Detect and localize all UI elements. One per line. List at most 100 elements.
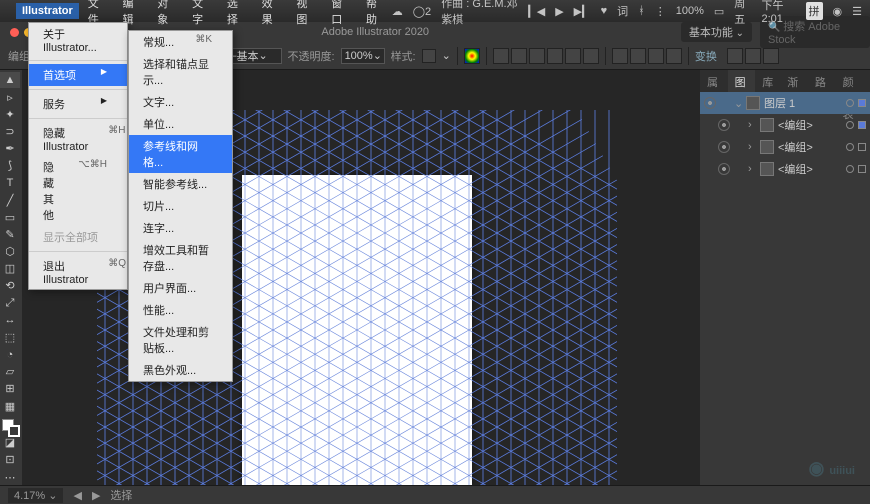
tab-layers[interactable]: 图层 — [728, 70, 756, 92]
eraser-tool[interactable]: ◫ — [0, 261, 20, 277]
mesh-tool[interactable]: ⊞ — [0, 381, 20, 397]
artboard-nav-prev-icon[interactable]: ◀ — [73, 489, 81, 502]
app-menu-dropdown: 关于 Illustrator... 首选项 服务 隐藏 Illustrator⌘… — [28, 22, 128, 290]
shaper-tool[interactable]: ⬡ — [0, 244, 20, 260]
tab-properties[interactable]: 属性 — [700, 70, 728, 92]
menu-help[interactable]: 帮助 — [359, 0, 392, 29]
pathfinder-buttons[interactable] — [612, 48, 682, 64]
selection-tool[interactable]: ▲ — [0, 72, 20, 88]
tab-swatches[interactable]: 颜色表 — [836, 70, 870, 92]
visibility-toggle[interactable] — [718, 141, 730, 153]
free-transform-tool[interactable]: ⬚ — [0, 329, 20, 345]
pen-tool[interactable]: ✒ — [0, 141, 20, 157]
pref-type[interactable]: 文字... — [129, 91, 232, 113]
visibility-toggle[interactable] — [718, 119, 730, 131]
align-buttons[interactable] — [493, 48, 599, 64]
pref-general[interactable]: 常规...⌘K — [129, 31, 232, 53]
menu-effect[interactable]: 效果 — [255, 0, 288, 29]
menu-hide[interactable]: 隐藏 Illustrator⌘H — [29, 122, 127, 156]
target-icon[interactable] — [846, 121, 854, 129]
opacity-input[interactable]: 100% ⌄ — [341, 48, 385, 64]
opacity-label: 不透明度: — [288, 48, 335, 64]
layer-name[interactable]: <编组> — [778, 117, 813, 133]
perspective-tool[interactable]: ▱ — [0, 364, 20, 380]
menu-preferences[interactable]: 首选项 — [29, 64, 127, 86]
menu-select[interactable]: 选择 — [220, 0, 253, 29]
layer-row[interactable]: › <编组> — [700, 136, 870, 158]
menu-object[interactable]: 对象 — [150, 0, 183, 29]
expand-arrow-icon[interactable]: › — [748, 141, 756, 153]
visibility-toggle[interactable] — [704, 97, 716, 109]
pref-black-appearance[interactable]: 黑色外观... — [129, 359, 232, 381]
recolor-icon[interactable] — [464, 48, 480, 64]
watermark: ◉ uiiiui — [809, 458, 855, 479]
menu-window[interactable]: 窗口 — [324, 0, 357, 29]
tab-path[interactable]: 路径 — [808, 70, 836, 92]
visibility-toggle[interactable] — [718, 163, 730, 175]
heart-icon[interactable]: ♥ — [601, 5, 608, 17]
menu-about[interactable]: 关于 Illustrator... — [29, 23, 127, 57]
curvature-tool[interactable]: ⟆ — [0, 158, 20, 174]
line-tool[interactable]: ╱ — [0, 192, 20, 208]
layer-name[interactable]: <编组> — [778, 161, 813, 177]
pref-smart-guides[interactable]: 智能参考线... — [129, 173, 232, 195]
layer-name[interactable]: <编组> — [778, 139, 813, 155]
tab-libraries[interactable]: 库 — [755, 70, 780, 92]
target-icon[interactable] — [846, 99, 854, 107]
scale-tool[interactable]: ⤢ — [0, 295, 20, 311]
expand-arrow-icon[interactable]: › — [748, 119, 756, 131]
media-prev-icon[interactable]: ▎◀ — [528, 5, 545, 18]
target-icon[interactable] — [846, 143, 854, 151]
transform-link[interactable]: 变换 — [695, 48, 717, 64]
menu-hide-others[interactable]: 隐藏其他⌥⌘H — [29, 156, 127, 226]
menu-services[interactable]: 服务 — [29, 93, 127, 115]
app-menu[interactable]: Illustrator — [16, 3, 79, 19]
expand-arrow-icon[interactable]: ⌄ — [734, 97, 742, 110]
screen-mode[interactable]: ⊡ — [0, 452, 20, 468]
paintbrush-tool[interactable]: ✎ — [0, 226, 20, 242]
gradient-tool[interactable]: ▦ — [0, 398, 20, 414]
misc-buttons[interactable] — [727, 48, 779, 64]
panel-tabs: 属性 图层 库 渐变 路径 颜色表 — [700, 70, 870, 92]
lasso-tool[interactable]: ⊃ — [0, 123, 20, 139]
media-next-icon[interactable]: ▶▎ — [574, 5, 591, 18]
pref-hyphenation[interactable]: 连字... — [129, 217, 232, 239]
magic-wand-tool[interactable]: ✦ — [0, 106, 20, 122]
layer-row[interactable]: › <编组> — [700, 158, 870, 180]
layer-thumb — [760, 118, 774, 132]
media-play-icon[interactable]: ▶ — [555, 5, 563, 18]
layer-name[interactable]: 图层 1 — [764, 95, 795, 111]
pref-performance[interactable]: 性能... — [129, 299, 232, 321]
pref-ui[interactable]: 用户界面... — [129, 277, 232, 299]
shape-builder-tool[interactable]: ◔ — [0, 347, 20, 363]
layer-row[interactable]: › <编组> — [700, 114, 870, 136]
width-tool[interactable]: ↔ — [0, 312, 20, 328]
zoom-level[interactable]: 4.17% ⌄ — [8, 488, 63, 503]
fill-stroke-indicator[interactable] — [2, 419, 20, 434]
rectangle-tool[interactable]: ▭ — [0, 209, 20, 225]
rotate-tool[interactable]: ⟲ — [0, 278, 20, 294]
pref-plugins[interactable]: 增效工具和暂存盘... — [129, 239, 232, 277]
menu-quit[interactable]: 退出 Illustrator⌘Q — [29, 255, 127, 289]
pref-slices[interactable]: 切片... — [129, 195, 232, 217]
notif-icon[interactable]: ☰ — [852, 5, 862, 18]
siri-icon[interactable]: ◉ — [833, 5, 843, 18]
type-tool[interactable]: T — [0, 175, 20, 191]
lyrics-icon[interactable]: 词 — [617, 3, 628, 19]
close-button[interactable] — [10, 28, 19, 37]
layer-row[interactable]: ⌄ 图层 1 — [700, 92, 870, 114]
target-icon[interactable] — [846, 165, 854, 173]
tab-gradient[interactable]: 渐变 — [780, 70, 808, 92]
pref-units[interactable]: 单位... — [129, 113, 232, 135]
pref-guides-grid[interactable]: 参考线和网格... — [129, 135, 232, 173]
pref-selection-anchor[interactable]: 选择和锚点显示... — [129, 53, 232, 91]
pref-file-clipboard[interactable]: 文件处理和剪贴板... — [129, 321, 232, 359]
style-swatch[interactable] — [422, 49, 436, 63]
direct-select-tool[interactable]: ▹ — [0, 89, 20, 105]
ime-indicator[interactable]: 拼 — [806, 2, 823, 20]
artboard-nav-next-icon[interactable]: ▶ — [92, 489, 100, 502]
expand-arrow-icon[interactable]: › — [748, 163, 756, 175]
menu-type[interactable]: 文字 — [185, 0, 218, 29]
menu-view[interactable]: 视图 — [289, 0, 322, 29]
edit-toolbar[interactable]: ⋯ — [0, 469, 20, 485]
